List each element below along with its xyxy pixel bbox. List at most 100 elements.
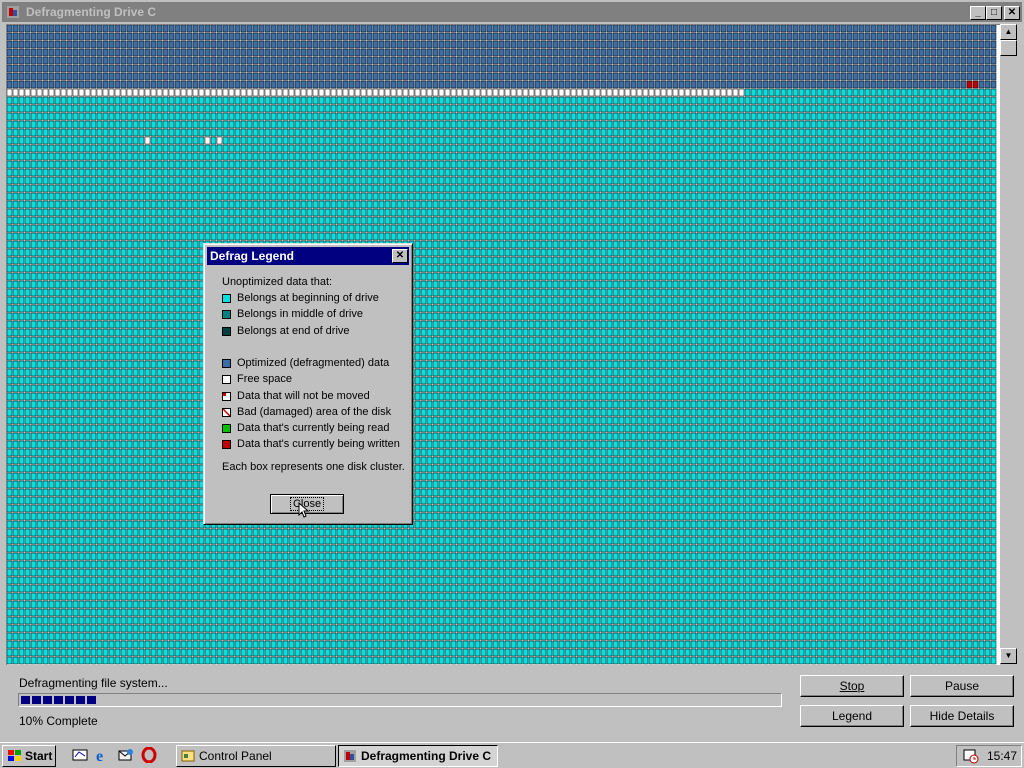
cluster-cell <box>294 32 301 41</box>
cluster-cell <box>78 144 85 153</box>
cluster-cell <box>696 224 703 233</box>
cluster-cell <box>534 160 541 169</box>
cluster-cell <box>240 176 247 185</box>
cluster-cell <box>888 56 895 65</box>
cluster-cell <box>540 240 547 249</box>
cluster-cell <box>582 200 589 209</box>
cluster-cell <box>78 136 85 145</box>
cluster-cell <box>912 40 919 49</box>
cluster-cell <box>990 192 997 201</box>
cluster-cell <box>426 136 433 145</box>
cluster-cell <box>84 104 91 113</box>
cluster-cell <box>282 144 289 153</box>
window-titlebar[interactable]: Defragmenting Drive C _ □ ✕ <box>2 2 1022 22</box>
cluster-cell <box>402 184 409 193</box>
cluster-cell <box>990 32 997 41</box>
cluster-cell <box>510 152 517 161</box>
cluster-cell <box>516 192 523 201</box>
cluster-cell <box>678 208 685 217</box>
cluster-cell <box>942 112 949 121</box>
cluster-cell <box>678 160 685 169</box>
cluster-cell <box>726 184 733 193</box>
cluster-cell <box>702 184 709 193</box>
cluster-cell <box>270 80 277 89</box>
cluster-cell <box>36 144 43 153</box>
cluster-cell <box>828 48 835 57</box>
cluster-cell <box>228 144 235 153</box>
cluster-cell <box>468 48 475 57</box>
cluster-cell <box>552 224 559 233</box>
cluster-cell <box>390 232 397 241</box>
cluster-cell <box>162 168 169 177</box>
cluster-cell <box>276 216 283 225</box>
maximize-button[interactable]: □ <box>986 6 1002 20</box>
cluster-cell <box>252 184 259 193</box>
cluster-cell <box>696 240 703 249</box>
cluster-cell <box>60 168 67 177</box>
cluster-cell <box>576 144 583 153</box>
cluster-cell <box>384 32 391 41</box>
cluster-cell <box>600 192 607 201</box>
cluster-cell <box>288 144 295 153</box>
cluster-cell <box>858 144 865 153</box>
cluster-cell <box>246 168 253 177</box>
cluster-cell <box>156 176 163 185</box>
cluster-cell <box>60 56 67 65</box>
cluster-cell <box>672 152 679 161</box>
cluster-cell <box>330 128 337 137</box>
cluster-cell <box>354 64 361 73</box>
cluster-cell <box>30 48 37 57</box>
cluster-cell <box>162 40 169 49</box>
cluster-cell <box>648 25 655 33</box>
cluster-cell <box>48 120 55 129</box>
cluster-cell <box>870 128 877 137</box>
cluster-cell <box>432 144 439 153</box>
cluster-cell <box>864 216 871 225</box>
cluster-cell <box>480 128 487 137</box>
cluster-cell <box>60 40 67 49</box>
cluster-cell <box>972 184 979 193</box>
cluster-cell <box>432 256 439 265</box>
cluster-cell <box>630 80 637 89</box>
cluster-cell <box>570 224 577 233</box>
cluster-cell <box>564 160 571 169</box>
cluster-cell <box>318 192 325 201</box>
cluster-cell <box>234 184 241 193</box>
cluster-cell <box>30 96 37 105</box>
cluster-cell <box>324 168 331 177</box>
cluster-cell <box>804 192 811 201</box>
cluster-cell <box>498 176 505 185</box>
cluster-cell <box>636 128 643 137</box>
cluster-cell <box>606 88 613 97</box>
cluster-cell <box>36 64 43 73</box>
cluster-cell <box>630 248 637 257</box>
cluster-cell <box>552 200 559 209</box>
cluster-cell <box>510 32 517 41</box>
cluster-cell <box>228 64 235 73</box>
cluster-cell <box>696 32 703 41</box>
cluster-cell <box>294 104 301 113</box>
cluster-cell <box>378 128 385 137</box>
cluster-cell <box>786 224 793 233</box>
cluster-cell <box>96 264 103 273</box>
cluster-cell <box>156 152 163 161</box>
cluster-cell <box>900 64 907 73</box>
cluster-cell <box>594 88 601 97</box>
cluster-cell <box>558 96 565 105</box>
cluster-cell <box>450 216 457 225</box>
cluster-cell <box>888 192 895 201</box>
cluster-cell <box>618 64 625 73</box>
minimize-button[interactable]: _ <box>970 6 986 20</box>
cluster-cell <box>870 48 877 57</box>
cluster-cell <box>198 208 205 217</box>
cluster-cell <box>606 80 613 89</box>
cluster-cell <box>228 120 235 129</box>
cluster-cell <box>228 72 235 81</box>
cluster-cell <box>522 48 529 57</box>
cluster-cell <box>534 152 541 161</box>
cluster-cell <box>492 160 499 169</box>
cluster-cell <box>174 56 181 65</box>
cluster-cell <box>48 96 55 105</box>
cluster-cell <box>60 184 67 193</box>
close-button[interactable]: ✕ <box>1004 6 1020 20</box>
